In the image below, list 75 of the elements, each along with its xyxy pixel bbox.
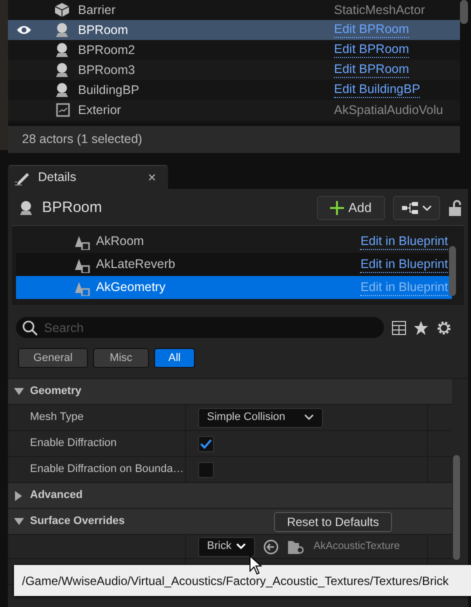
component-icon (74, 280, 90, 296)
check-icon (200, 438, 212, 448)
actor-name: BPRoom (42, 198, 102, 218)
reset-button[interactable]: Reset to Defaults (274, 512, 392, 532)
close-button[interactable]: × (142, 167, 162, 188)
blueprint-options-button[interactable] (393, 196, 440, 220)
outliner-row[interactable]: BPRoom3 Edit BPRoom (8, 60, 460, 80)
property-label: Mesh Type (8, 405, 186, 430)
filter-tab[interactable]: Misc (93, 348, 149, 368)
search-icon (22, 320, 38, 336)
sphere-on-stand-icon (54, 62, 70, 78)
category-header[interactable]: Advanced (8, 483, 452, 509)
component-row[interactable]: AkGeometry Edit in Blueprint (16, 276, 452, 299)
scrollbar-thumb[interactable] (449, 246, 456, 296)
mouse-cursor-icon (249, 555, 263, 575)
details-tab[interactable]: Details × (8, 165, 168, 189)
component-label: AkLateReverb (96, 256, 176, 274)
star-icon (414, 320, 428, 334)
actor-label: BuildingBP (78, 82, 140, 99)
component-row[interactable]: AkLateReverb Edit in Blueprint (16, 253, 452, 276)
actor-type: StaticMeshActor (334, 2, 426, 19)
hierarchy-icon (402, 202, 418, 214)
sphere-on-stand-icon (18, 200, 34, 216)
caret-icon (236, 543, 246, 550)
actor-label: Barrier (78, 2, 117, 19)
search-field[interactable]: Search (16, 317, 384, 338)
use-selected-icon[interactable] (263, 538, 280, 554)
edit-link[interactable]: Edit in Blueprint (360, 256, 448, 272)
actor-label: BPRoom2 (78, 42, 136, 59)
sphere-on-stand-icon (54, 22, 70, 38)
component-row[interactable]: AkRoom Edit in Blueprint (16, 230, 452, 253)
add-button[interactable]: Add (317, 196, 385, 220)
actor-type: AkSpatialAudioVolu (334, 102, 444, 119)
component-icon (74, 234, 90, 250)
table-view-icon (392, 320, 406, 334)
component-icon (74, 256, 90, 272)
category-header[interactable]: Surface Overrides Reset to Defaults (8, 509, 452, 535)
actor-label: Exterior (78, 102, 122, 119)
folder-search-icon[interactable] (287, 538, 306, 554)
category-header[interactable]: Geometry (8, 379, 452, 405)
caret-icon (304, 414, 314, 421)
outliner-row[interactable]: Barrier StaticMeshActor (8, 0, 460, 20)
asset-type: AkAcousticTexture (313, 538, 400, 554)
tooltip: /Game/WwiseAudio/Virtual_Acoustics/Factory_Acoustic_Textures/Textures/Brick (14, 565, 471, 596)
scrollbar-thumb[interactable] (460, 0, 468, 24)
scrollbar-thumb[interactable] (453, 455, 460, 560)
edit-link[interactable]: Edit BuildingBP (334, 82, 420, 98)
mesh-type-dropdown[interactable]: Simple Collision (198, 408, 323, 428)
cube-icon (54, 2, 70, 18)
unlocked-padlock-icon (448, 200, 462, 216)
checkbox[interactable] (198, 462, 214, 478)
component-label: AkRoom (96, 233, 144, 250)
caret-icon (422, 204, 432, 212)
filter-tab[interactable]: General (18, 348, 88, 368)
sphere-on-stand-icon (54, 82, 70, 98)
sphere-on-stand-icon (54, 42, 70, 58)
outliner-row[interactable]: BPRoom2 Edit BPRoom (8, 40, 460, 60)
actor-label: BPRoom3 (78, 62, 136, 79)
asset-dropdown[interactable]: Brick (198, 536, 256, 556)
edit-link[interactable]: Edit in Blueprint (360, 234, 448, 250)
outliner-row[interactable]: BPRoom Edit BPRoom (8, 20, 460, 40)
volume-box-icon (56, 103, 70, 117)
component-label: AkGeometry (96, 279, 166, 296)
edit-link[interactable]: Edit BPRoom (334, 42, 410, 58)
settings-icon (436, 320, 452, 336)
plus-icon (330, 201, 344, 215)
outliner-row[interactable]: BuildingBP Edit BuildingBP (8, 80, 460, 100)
edit-link[interactable]: Edit BPRoom (334, 62, 410, 78)
property-label: Enable Diffraction (8, 431, 186, 456)
filter-tab[interactable]: All (154, 348, 195, 368)
property-label: Enable Diffraction on Bounda… (8, 457, 186, 482)
status-text: 28 actors (1 selected) (8, 126, 460, 153)
checkbox[interactable] (198, 436, 214, 452)
actor-label: BPRoom (78, 22, 130, 39)
outliner-row[interactable]: Exterior AkSpatialAudioVolu (8, 100, 460, 120)
